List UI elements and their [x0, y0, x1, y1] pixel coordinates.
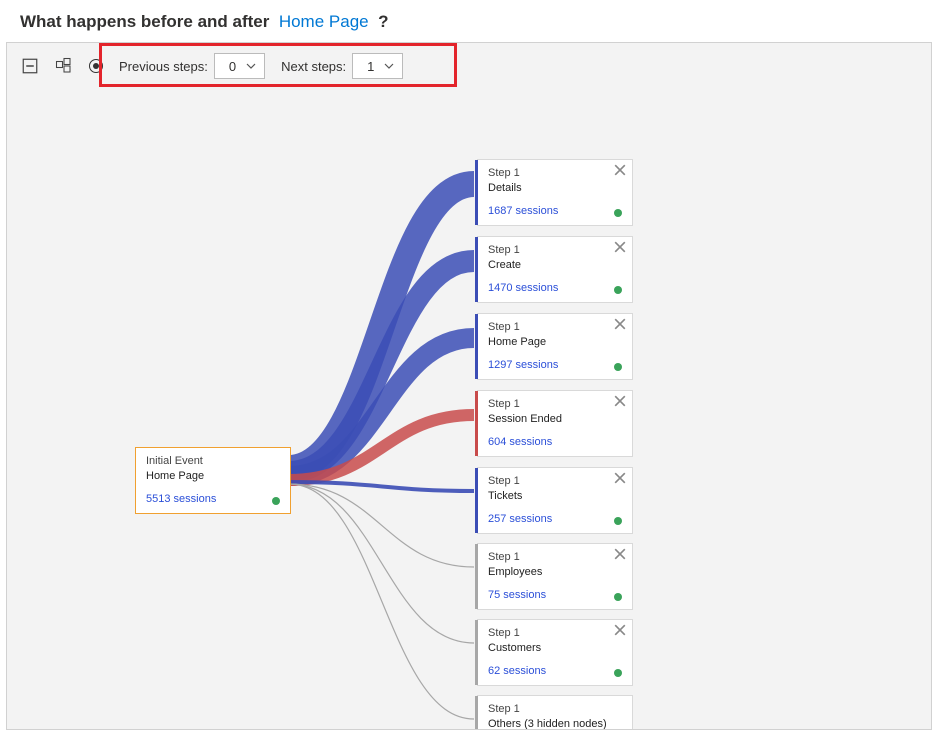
- node-sessions: 62 sessions: [488, 664, 624, 679]
- step1-card-3[interactable]: Step 1Session Ended 604 sessions: [477, 390, 633, 457]
- node-sessions: 75 sessions: [488, 588, 624, 603]
- prev-steps-value: 0: [229, 59, 236, 74]
- step-label: Step 1: [488, 474, 624, 489]
- accent-bar: [475, 237, 478, 302]
- node-name: Session Ended: [488, 412, 624, 427]
- next-steps-label: Next steps:: [281, 59, 346, 74]
- close-icon[interactable]: [614, 472, 626, 484]
- flow-links: [7, 89, 927, 730]
- node-sessions: 1470 sessions: [488, 281, 624, 296]
- close-icon[interactable]: [614, 164, 626, 176]
- step1-card-0[interactable]: Step 1Details 1687 sessions: [477, 159, 633, 226]
- status-dot: [272, 497, 280, 505]
- initial-event-name: Home Page: [146, 469, 282, 484]
- close-icon[interactable]: [614, 624, 626, 636]
- initial-event-card[interactable]: Initial Event Home Page 5513 sessions: [135, 447, 291, 514]
- accent-bar: [475, 314, 478, 379]
- flow-canvas: Initial Event Home Page 5513 sessions St…: [7, 89, 931, 729]
- title-event-link[interactable]: Home Page: [279, 12, 369, 31]
- next-steps-value: 1: [367, 59, 374, 74]
- toolbar: Previous steps: 0 Next steps: 1: [7, 43, 931, 89]
- collapse-icon[interactable]: [21, 57, 39, 75]
- step1-card-1[interactable]: Step 1Create 1470 sessions: [477, 236, 633, 303]
- next-steps-select[interactable]: 1: [352, 53, 403, 79]
- status-dot: [614, 363, 622, 371]
- step-label: Step 1: [488, 626, 624, 641]
- status-dot: [614, 593, 622, 601]
- close-icon[interactable]: [614, 395, 626, 407]
- step1-card-6[interactable]: Step 1Customers 62 sessions: [477, 619, 633, 686]
- title-suffix: ?: [378, 12, 388, 31]
- chevron-down-icon: [384, 61, 394, 71]
- step-label: Step 1: [488, 397, 624, 412]
- step-label: Step 1: [488, 243, 624, 258]
- node-sessions: 257 sessions: [488, 512, 624, 527]
- close-icon[interactable]: [614, 241, 626, 253]
- node-name: Create: [488, 258, 624, 273]
- radio-selected[interactable]: [89, 59, 103, 73]
- initial-sessions: 5513 sessions: [146, 492, 282, 507]
- step1-card-2[interactable]: Step 1Home Page 1297 sessions: [477, 313, 633, 380]
- node-name: Home Page: [488, 335, 624, 350]
- step-label: Step 1: [488, 166, 624, 181]
- flow-panel: Previous steps: 0 Next steps: 1: [6, 42, 932, 730]
- node-name: Details: [488, 181, 624, 196]
- step-label: Step 1: [488, 702, 624, 717]
- status-dot: [614, 286, 622, 294]
- node-sessions: 604 sessions: [488, 435, 624, 450]
- step1-card-4[interactable]: Step 1Tickets 257 sessions: [477, 467, 633, 534]
- accent-bar: [475, 391, 478, 456]
- node-name: Tickets: [488, 489, 624, 504]
- accent-bar: [475, 468, 478, 533]
- node-name: Others (3 hidden nodes): [488, 717, 624, 730]
- accent-bar: [475, 696, 478, 730]
- status-dot: [614, 209, 622, 217]
- close-icon[interactable]: [614, 318, 626, 330]
- step1-card-5[interactable]: Step 1Employees 75 sessions: [477, 543, 633, 610]
- accent-bar: [475, 620, 478, 685]
- step1-card-7[interactable]: Step 1Others (3 hidden nodes)61 sessions…: [477, 695, 633, 730]
- accent-bar: [475, 544, 478, 609]
- step-label: Step 1: [488, 320, 624, 335]
- node-sessions: 1687 sessions: [488, 204, 624, 219]
- page-title: What happens before and after Home Page …: [0, 0, 938, 42]
- initial-step-label: Initial Event: [146, 454, 282, 469]
- status-dot: [614, 669, 622, 677]
- title-prefix: What happens before and after: [20, 12, 269, 31]
- node-name: Employees: [488, 565, 624, 580]
- accent-bar: [475, 160, 478, 225]
- chevron-down-icon: [246, 61, 256, 71]
- prev-steps-select[interactable]: 0: [214, 53, 265, 79]
- prev-steps-label: Previous steps:: [119, 59, 208, 74]
- node-sessions: 1297 sessions: [488, 358, 624, 373]
- layout-icon[interactable]: [55, 57, 73, 75]
- status-dot: [614, 517, 622, 525]
- node-name: Customers: [488, 641, 624, 656]
- close-icon[interactable]: [614, 548, 626, 560]
- step-label: Step 1: [488, 550, 624, 565]
